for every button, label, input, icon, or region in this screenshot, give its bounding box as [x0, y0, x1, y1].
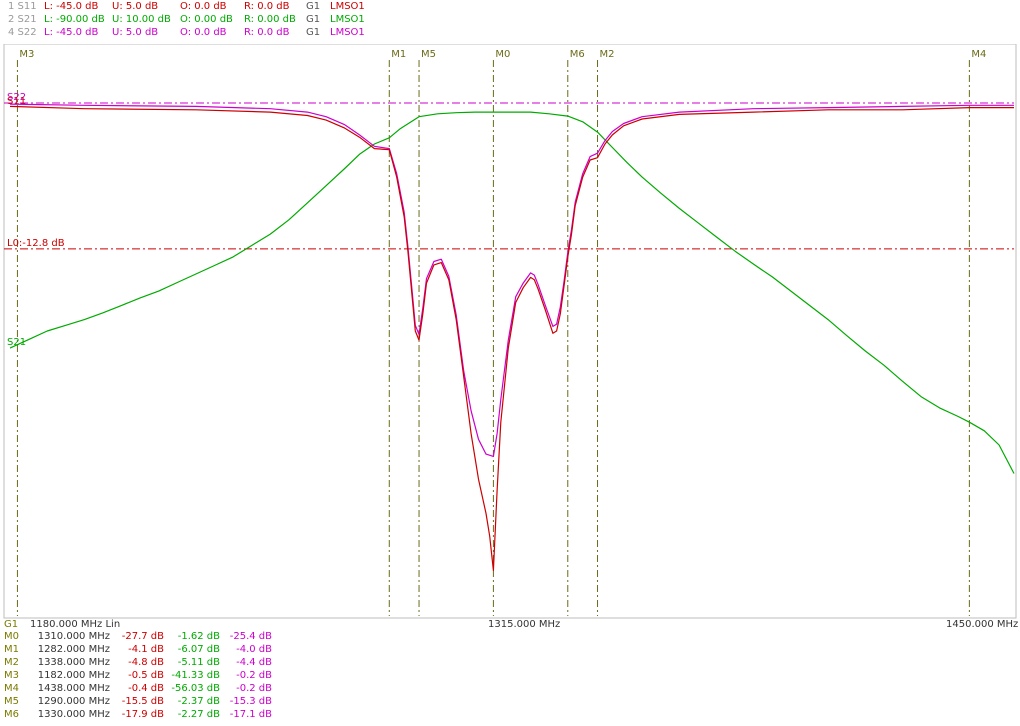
trace-offset: O: 0.0 dB	[180, 27, 227, 38]
trace-ref: R: 0.0 dB	[244, 1, 290, 12]
marker-s11: -0.4 dB	[128, 683, 164, 694]
marker-tag-m5[interactable]: M5	[421, 49, 436, 60]
marker-freq: 1182.000 MHz	[37, 670, 110, 681]
trace-upper: U: 10.00 dB	[112, 14, 171, 25]
marker-name: M2	[4, 657, 19, 668]
trace-group: G1	[306, 14, 321, 25]
axis-center: 1315.000 MHz	[488, 619, 561, 630]
marker-s21: -2.27 dB	[177, 709, 220, 720]
trace-lower: L: -90.00 dB	[44, 14, 105, 25]
marker-s21: -41.33 dB	[171, 670, 220, 681]
marker-s21: -2.37 dB	[177, 696, 220, 707]
marker-s22: -25.4 dB	[229, 631, 272, 642]
marker-s21: -5.11 dB	[177, 657, 220, 668]
marker-s21: -56.03 dB	[171, 683, 220, 694]
marker-freq: 1282.000 MHz	[37, 644, 110, 655]
marker-name: M6	[4, 709, 19, 720]
marker-s11: -15.5 dB	[121, 696, 164, 707]
marker-name: M4	[4, 683, 19, 694]
marker-tag-m6[interactable]: M6	[570, 49, 585, 60]
marker-freq: 1290.000 MHz	[37, 696, 110, 707]
marker-s11: -27.7 dB	[121, 631, 164, 642]
plot-area[interactable]: L0:-12.8 dB S22 S11 S21 M3 M1 M5 M0 M6 M2 M4	[0, 44, 1020, 620]
marker-s22: -4.4 dB	[236, 657, 272, 668]
axis-group: G1	[4, 619, 19, 630]
trace-lower: L: -45.0 dB	[44, 1, 99, 12]
marker-s11: -17.9 dB	[121, 709, 164, 720]
marker-table: G1 1180.000 MHz Lin 1315.000 MHz 1450.00…	[0, 618, 1020, 726]
marker-name: M0	[4, 631, 19, 642]
trace-lower: L: -45.0 dB	[44, 27, 99, 38]
trace-header: 1 S11 L: -45.0 dB U: 5.0 dB O: 0.0 dB R:…	[0, 0, 1020, 44]
marker-s21: -1.62 dB	[177, 631, 220, 642]
marker-tag-m4[interactable]: M4	[971, 49, 986, 60]
trace-cal: LMSO1	[330, 14, 365, 25]
trace-cal: LMSO1	[330, 1, 365, 12]
trace-upper: U: 5.0 dB	[112, 27, 159, 38]
trace-cal: LMSO1	[330, 27, 365, 38]
trace-tag-s11: S11	[7, 96, 26, 107]
trace-offset: O: 0.0 dB	[180, 1, 227, 12]
marker-freq: 1310.000 MHz	[37, 631, 110, 642]
marker-freq: 1438.000 MHz	[37, 683, 110, 694]
trace-ref: R: 0.0 dB	[244, 27, 290, 38]
trace-upper: U: 5.0 dB	[112, 1, 159, 12]
marker-s22: -0.2 dB	[236, 683, 272, 694]
trace-ref: R: 0.00 dB	[244, 14, 296, 25]
marker-name: M3	[4, 670, 19, 681]
trace-label: 2 S21	[8, 14, 37, 25]
trace-group: G1	[306, 27, 321, 38]
marker-tag-m2[interactable]: M2	[600, 49, 615, 60]
limit-label: L0:-12.8 dB	[7, 238, 65, 249]
trace-group: G1	[306, 1, 321, 12]
trace-offset: O: 0.00 dB	[180, 14, 233, 25]
marker-tag-m1[interactable]: M1	[391, 49, 406, 60]
marker-freq: 1338.000 MHz	[37, 657, 110, 668]
marker-s11: -4.1 dB	[128, 644, 164, 655]
marker-s22: -15.3 dB	[229, 696, 272, 707]
marker-s21: -6.07 dB	[177, 644, 220, 655]
marker-name: M1	[4, 644, 19, 655]
marker-s22: -17.1 dB	[229, 709, 272, 720]
marker-freq: 1330.000 MHz	[37, 709, 110, 720]
trace-label: 1 S11	[8, 1, 37, 12]
marker-name: M5	[4, 696, 19, 707]
marker-s22: -0.2 dB	[236, 670, 272, 681]
marker-tag-m3[interactable]: M3	[19, 49, 34, 60]
axis-stop: 1450.000 MHz	[946, 619, 1019, 630]
trace-label: 4 S22	[8, 27, 37, 38]
marker-s22: -4.0 dB	[236, 644, 272, 655]
marker-s11: -0.5 dB	[128, 670, 164, 681]
marker-s11: -4.8 dB	[128, 657, 164, 668]
axis-start: 1180.000 MHz Lin	[30, 619, 121, 630]
marker-tag-m0[interactable]: M0	[495, 49, 510, 60]
